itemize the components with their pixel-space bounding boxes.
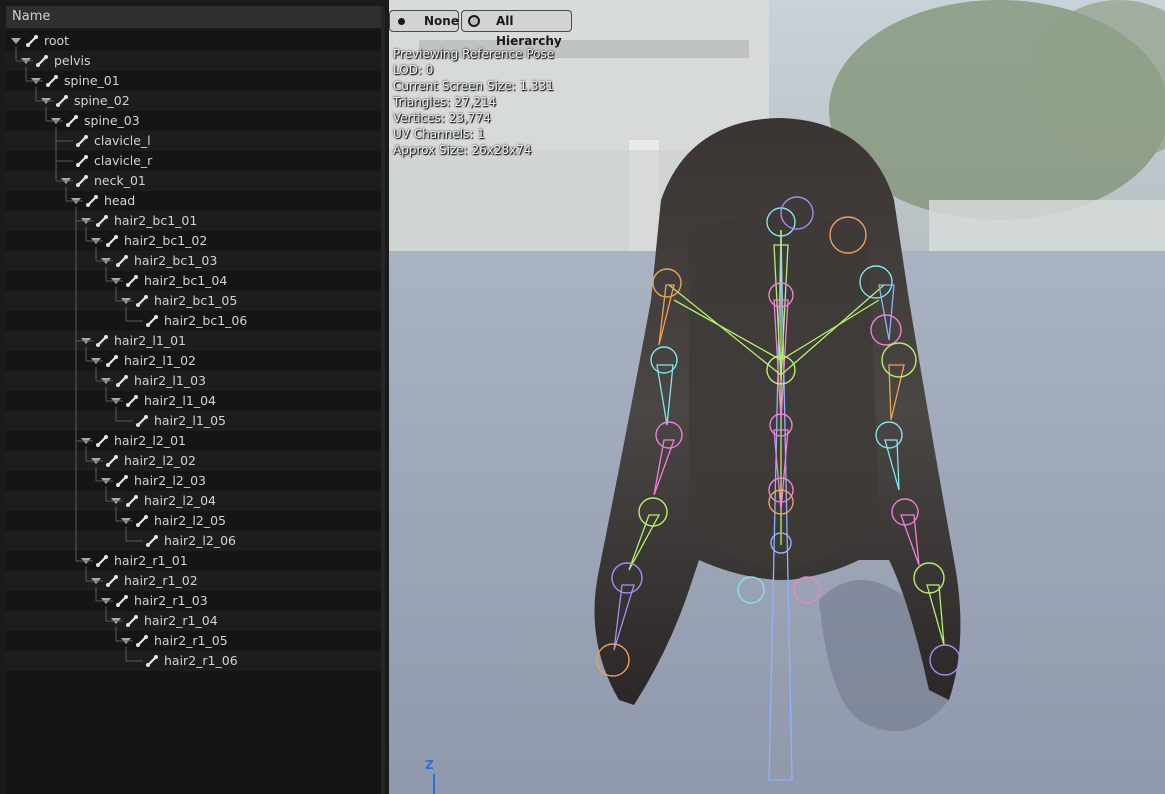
bone-draw-none-label: None [424, 14, 459, 28]
stat-preview-mode: Previewing Reference Pose [393, 47, 555, 61]
viewport-stats-overlay: Previewing Reference Pose LOD: 0 Current… [393, 46, 554, 158]
stat-vertices: Vertices: 23,774 [393, 111, 491, 125]
tree-scrollbar[interactable] [381, 6, 385, 794]
axis-z-label: Z [425, 758, 434, 772]
skeleton-tree-panel: Name root pelvis spine_01 spine_02 spine_03 c… [0, 0, 389, 794]
axis-z-line [433, 774, 435, 794]
stat-screen-size: Current Screen Size: 1.331 [393, 79, 554, 93]
all-hierarchy-button[interactable]: All Hierarchy [461, 10, 572, 48]
tree-column-header-name[interactable]: Name [6, 6, 381, 28]
skeleton-tree-list[interactable]: root pelvis spine_01 spine_02 spine_03 clavic… [6, 30, 381, 794]
dot-icon [398, 18, 405, 25]
stat-lod: LOD: 0 [393, 63, 434, 77]
preview-viewport[interactable]: None All Hierarchy Previewing Reference … [389, 0, 1165, 794]
stat-uv-channels: UV Channels: 1 [393, 127, 485, 141]
tree-connector-lines [15, 47, 143, 662]
stat-triangles: Triangles: 27,214 [393, 95, 497, 109]
background-car [929, 200, 1165, 251]
radio-circle-icon [468, 15, 480, 27]
bone-draw-none-button[interactable]: None [389, 10, 459, 32]
all-hierarchy-label: All Hierarchy [496, 14, 562, 48]
stat-approx-size: Approx Size: 26x28x74 [393, 143, 532, 157]
